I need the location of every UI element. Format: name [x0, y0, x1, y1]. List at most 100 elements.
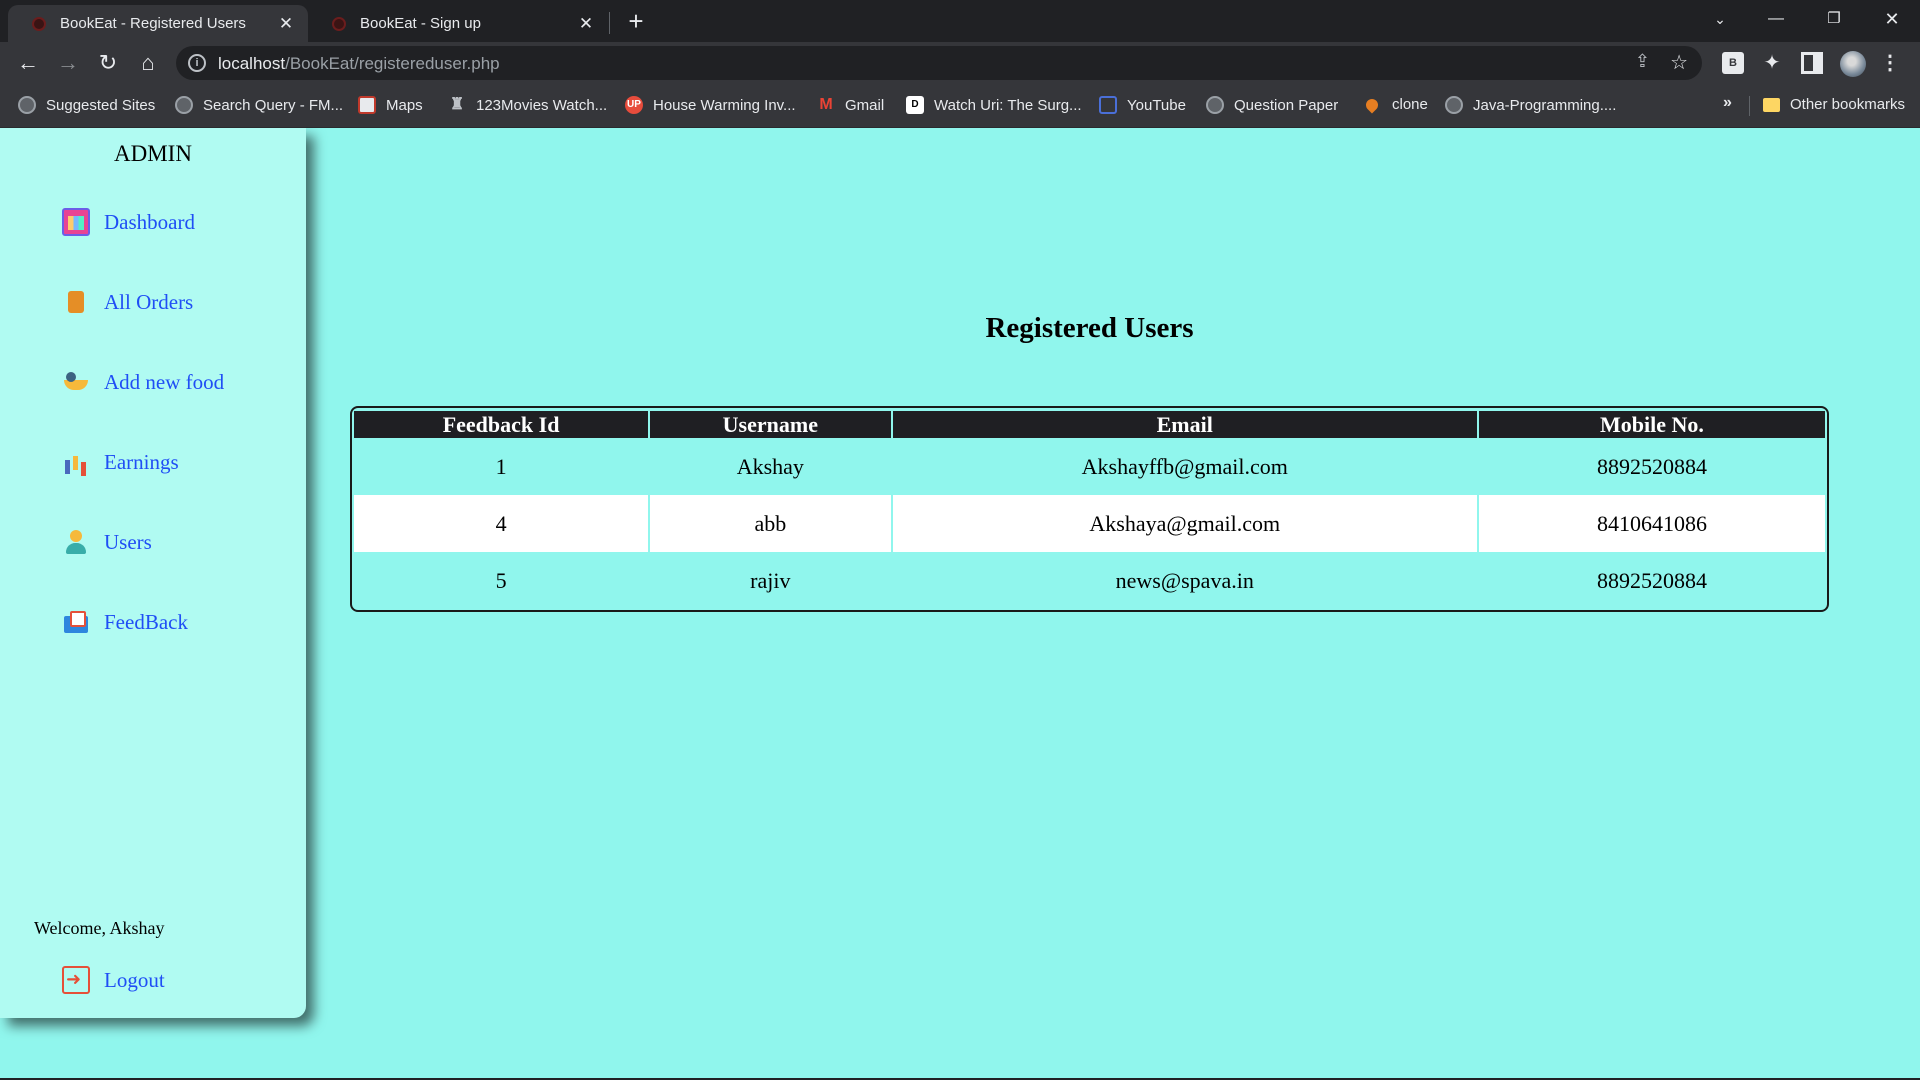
browser-menu-icon[interactable]: ⋮	[1880, 50, 1900, 75]
earnings-icon	[62, 448, 90, 476]
column-header-email: Email	[891, 411, 1479, 438]
share-icon[interactable]: ⇪	[1635, 51, 1650, 72]
close-tab-icon[interactable]: ✕	[274, 14, 298, 34]
logout-icon	[62, 966, 90, 994]
back-icon[interactable]: ←	[12, 47, 44, 79]
address-bar[interactable]: i localhost/BookEat/registereduser.php ⇪…	[176, 46, 1702, 80]
globe-icon	[1445, 96, 1463, 114]
sidebar-item-users[interactable]: Users	[62, 528, 152, 556]
maps-icon	[358, 96, 376, 114]
cell-feedback-id: 5	[354, 552, 651, 609]
browser-tab-registered-users[interactable]: BookEat - Registered Users ✕	[8, 5, 308, 42]
dashboard-icon	[62, 208, 90, 236]
gmail-icon: M	[819, 96, 833, 113]
bookmarks-bar: Suggested Sites Search Query - FM... Map…	[0, 84, 1920, 128]
tab-favicon-icon	[332, 16, 346, 31]
bookmark-youtube[interactable]: YouTube	[1099, 96, 1186, 114]
logout-link[interactable]: Logout	[62, 966, 165, 994]
column-header-username: Username	[649, 411, 893, 438]
reload-icon[interactable]: ↻	[92, 47, 124, 79]
bookmark-star-icon[interactable]: ☆	[1670, 50, 1688, 75]
side-panel-icon[interactable]	[1801, 52, 1823, 74]
cell-email: Akshayffb@gmail.com	[891, 438, 1479, 495]
forward-icon[interactable]: →	[52, 47, 84, 79]
up-icon: UP	[625, 96, 643, 114]
sidebar-item-dashboard[interactable]: Dashboard	[62, 208, 195, 236]
cell-username: abb	[649, 495, 893, 552]
table-row: 1 Akshay Akshayffb@gmail.com 8892520884	[354, 438, 1825, 495]
bookmark-suggested-sites[interactable]: Suggested Sites	[18, 96, 155, 114]
restore-icon[interactable]: ❐	[1806, 0, 1862, 40]
bookmark-123movies[interactable]: ♜ 123Movies Watch...	[448, 96, 607, 114]
sidebar-item-label: Add new food	[104, 369, 225, 394]
tab-title: BookEat - Sign up	[360, 15, 481, 32]
feedback-icon	[62, 608, 90, 636]
cell-mobile: 8892520884	[1477, 438, 1825, 495]
browser-tab-sign-up[interactable]: BookEat - Sign up ✕	[308, 5, 608, 42]
url-text: localhost/BookEat/registereduser.php	[218, 54, 500, 73]
sidebar-item-feedback[interactable]: FeedBack	[62, 608, 188, 636]
bookmark-watch-uri[interactable]: D Watch Uri: The Surg...	[906, 96, 1082, 114]
globe-icon	[18, 96, 36, 114]
food-icon	[62, 368, 90, 396]
cell-mobile: 8410641086	[1477, 495, 1825, 552]
new-tab-icon[interactable]: +	[622, 6, 650, 36]
admin-sidebar: ADMIN Dashboard All Orders Add new food …	[0, 128, 306, 1018]
page-content: ADMIN Dashboard All Orders Add new food …	[0, 128, 1920, 1078]
globe-icon	[1206, 96, 1224, 114]
sidebar-item-label: Dashboard	[104, 209, 195, 234]
youtube-icon	[1099, 96, 1117, 114]
sidebar-title: ADMIN	[114, 141, 192, 166]
table-row: 4 abb Akshaya@gmail.com 8410641086	[354, 495, 1825, 552]
table-header-row: Feedback Id Username Email Mobile No.	[354, 411, 1825, 438]
minimize-icon[interactable]: —	[1748, 0, 1804, 40]
orders-icon	[62, 288, 90, 316]
browser-tab-strip: BookEat - Registered Users ✕ BookEat - S…	[0, 0, 1920, 42]
sidebar-item-all-orders[interactable]: All Orders	[62, 288, 193, 316]
cell-mobile: 8892520884	[1477, 552, 1825, 609]
bookmark-maps[interactable]: Maps	[358, 96, 423, 114]
d-icon: D	[906, 96, 924, 114]
sidebar-item-label: FeedBack	[104, 609, 188, 634]
sidebar-item-earnings[interactable]: Earnings	[62, 448, 179, 476]
bookmark-search-query[interactable]: Search Query - FM...	[175, 96, 343, 114]
chess-icon: ♜	[449, 96, 465, 113]
tab-title: BookEat - Registered Users	[60, 15, 246, 32]
extensions-puzzle-icon[interactable]: ✦	[1761, 52, 1783, 74]
tab-search-icon[interactable]: ⌄	[1692, 0, 1748, 40]
sidebar-item-label: Earnings	[104, 449, 179, 474]
tab-divider	[609, 12, 610, 34]
bookmarks-divider	[1749, 96, 1750, 116]
cell-username: Akshay	[649, 438, 893, 495]
bookmark-gmail[interactable]: M Gmail	[817, 96, 884, 114]
column-header-feedback-id: Feedback Id	[354, 411, 651, 438]
cell-feedback-id: 1	[354, 438, 651, 495]
column-header-mobile: Mobile No.	[1477, 411, 1825, 438]
extension-b-icon[interactable]: B	[1722, 52, 1744, 74]
bookmark-java-programming[interactable]: Java-Programming....	[1445, 96, 1616, 114]
bookmark-other-bookmarks[interactable]: Other bookmarks	[1763, 96, 1905, 113]
table-row: 5 rajiv news@spava.in 8892520884	[354, 552, 1825, 609]
globe-icon	[175, 96, 193, 114]
browser-toolbar: ← → ↻ ⌂ i localhost/BookEat/registeredus…	[0, 42, 1920, 84]
more-bookmarks-icon[interactable]: »	[1723, 94, 1732, 112]
site-info-icon[interactable]: i	[188, 54, 206, 72]
cell-email: news@spava.in	[891, 552, 1479, 609]
users-table: Feedback Id Username Email Mobile No. 1 …	[354, 411, 1825, 609]
bookmark-house-warming[interactable]: UP House Warming Inv...	[625, 96, 796, 114]
sidebar-item-add-new-food[interactable]: Add new food	[62, 368, 224, 396]
users-icon	[62, 528, 90, 556]
cell-feedback-id: 4	[354, 495, 651, 552]
close-tab-icon[interactable]: ✕	[574, 14, 598, 34]
window-close-icon[interactable]: ✕	[1864, 0, 1920, 40]
bookmark-clone[interactable]: clone	[1363, 96, 1428, 113]
tab-favicon-icon	[32, 16, 46, 31]
cell-email: Akshaya@gmail.com	[891, 495, 1479, 552]
page-title: Registered Users	[985, 312, 1194, 344]
home-icon[interactable]: ⌂	[132, 47, 164, 79]
cell-username: rajiv	[649, 552, 893, 609]
profile-avatar[interactable]	[1840, 51, 1866, 77]
bookmark-question-paper[interactable]: Question Paper	[1206, 96, 1338, 114]
sidebar-item-label: Users	[104, 529, 152, 554]
pin-icon	[1363, 96, 1381, 113]
